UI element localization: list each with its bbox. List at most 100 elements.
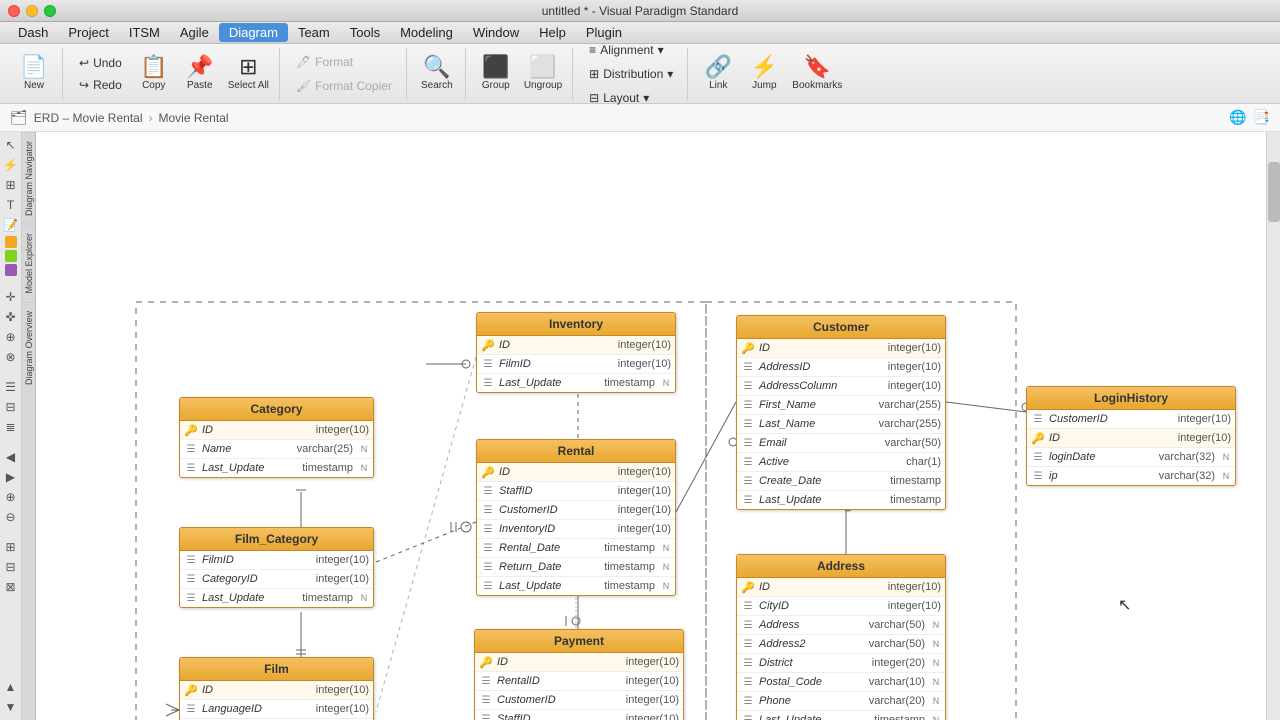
sidebar-bottom2[interactable]: ▼: [2, 698, 20, 716]
select-all-button[interactable]: ⊞ Select All: [224, 50, 273, 98]
table-inventory[interactable]: Inventory 🔑 ID integer(10) ☰ FilmID inte…: [476, 312, 676, 393]
sidebar-crosshair3[interactable]: ⊕: [2, 328, 20, 346]
menu-window[interactable]: Window: [463, 23, 529, 42]
table-customer-header: Customer: [737, 316, 945, 339]
table-rental[interactable]: Rental 🔑 ID integer(10) ☰ StaffID intege…: [476, 439, 676, 596]
panel-diagram-overview[interactable]: Diagram Overview: [22, 302, 35, 393]
paste-button[interactable]: 📌 Paste: [178, 50, 222, 98]
breadcrumb-erd[interactable]: ERD – Movie Rental: [34, 111, 143, 125]
sidebar-crosshair2[interactable]: ✜: [2, 308, 20, 326]
redo-button[interactable]: ↪ Redo: [71, 74, 130, 96]
alignment-button[interactable]: ≡ Alignment ▾: [581, 39, 681, 61]
sidebar-diagram2[interactable]: ⊟: [2, 558, 20, 576]
sidebar-diagram1[interactable]: ⊞: [2, 538, 20, 556]
sidebar-nav2[interactable]: ▶: [2, 468, 20, 486]
panel-diagram-navigator[interactable]: Diagram Navigator: [22, 132, 35, 224]
search-icon: 🔍: [423, 56, 450, 78]
copy-label: Copy: [142, 80, 165, 91]
row-icon: ☰: [741, 618, 755, 632]
jump-button[interactable]: ⚡ Jump: [742, 50, 786, 98]
menu-team[interactable]: Team: [288, 23, 340, 42]
row-icon: ☰: [741, 599, 755, 613]
table-row: ☰ First_Name varchar(255): [737, 396, 945, 415]
table-category[interactable]: Category 🔑 ID integer(10) ☰ Name varchar…: [179, 397, 374, 478]
toolbar-group-group: ⬛ Group ⬜ Ungroup: [468, 48, 573, 100]
toolbar-group-nav: 🔗 Link ⚡ Jump 🔖 Bookmarks: [690, 48, 852, 100]
distribution-label: Distribution: [603, 67, 663, 81]
key-icon: 🔑: [481, 465, 495, 479]
vertical-scrollbar[interactable]: [1266, 132, 1280, 720]
menu-agile[interactable]: Agile: [170, 23, 219, 42]
bookmarks-button[interactable]: 🔖 Bookmarks: [788, 50, 846, 98]
minimize-button[interactable]: [26, 5, 38, 17]
maximize-button[interactable]: [44, 5, 56, 17]
ungroup-button[interactable]: ⬜ Ungroup: [520, 50, 566, 98]
breadcrumb-icon1[interactable]: 🌐: [1229, 109, 1246, 126]
panel-model-explorer[interactable]: Model Explorer: [22, 224, 35, 302]
sidebar-note-tool[interactable]: 📝: [2, 216, 20, 234]
link-button[interactable]: 🔗 Link: [696, 50, 740, 98]
sidebar-nav4[interactable]: ⊖: [2, 508, 20, 526]
table-payment[interactable]: Payment 🔑 ID integer(10) ☰ RentalID inte…: [474, 629, 684, 720]
format-button[interactable]: 🖊 Format: [288, 51, 400, 73]
row-icon: ☰: [741, 398, 755, 412]
new-button[interactable]: 📄 New: [12, 50, 56, 98]
table-row: ☰ loginDate varchar(32) N: [1027, 448, 1235, 467]
sidebar-list1[interactable]: ☰: [2, 378, 20, 396]
diagram-canvas[interactable]: Inventory 🔑 ID integer(10) ☰ FilmID inte…: [36, 132, 1280, 720]
sidebar-nav1[interactable]: ◀: [2, 448, 20, 466]
sidebar-crosshair1[interactable]: ✛: [2, 288, 20, 306]
undo-button[interactable]: ↩ Undo: [71, 52, 130, 74]
breadcrumb-movie-rental[interactable]: Movie Rental: [159, 111, 229, 125]
menu-tools[interactable]: Tools: [340, 23, 390, 42]
menu-modeling[interactable]: Modeling: [390, 23, 463, 42]
sidebar-diagram3[interactable]: ⊠: [2, 578, 20, 596]
table-film[interactable]: Film 🔑 ID integer(10) ☰ LanguageID integ…: [179, 657, 374, 720]
row-icon: ☰: [184, 553, 198, 567]
menu-project[interactable]: Project: [58, 23, 118, 42]
close-button[interactable]: [8, 5, 20, 17]
key-icon: 🔑: [741, 580, 755, 594]
table-row: ☰ StaffID integer(10): [477, 482, 675, 501]
cursor-indicator: ↖: [1118, 595, 1131, 615]
sidebar-connect-tool[interactable]: ⚡: [2, 156, 20, 174]
distribution-button[interactable]: ⊞ Distribution ▾: [581, 63, 681, 85]
table-payment-header: Payment: [475, 630, 683, 653]
alignment-dropdown-icon: ▾: [658, 43, 664, 57]
menu-diagram[interactable]: Diagram: [219, 23, 288, 42]
copy-button[interactable]: 📋 Copy: [132, 50, 176, 98]
row-icon: ☰: [481, 503, 495, 517]
table-customer[interactable]: Customer 🔑 ID integer(10) ☰ AddressID in…: [736, 315, 946, 510]
breadcrumb-icon2[interactable]: 📑: [1253, 109, 1270, 126]
table-row: 🔑 ID integer(10): [477, 336, 675, 355]
scrollbar-thumb[interactable]: [1268, 162, 1280, 222]
table-address[interactable]: Address 🔑 ID integer(10) ☰ CityID intege…: [736, 554, 946, 720]
sidebar-list2[interactable]: ⊟: [2, 398, 20, 416]
table-film-category[interactable]: Film_Category ☰ FilmID integer(10) ☰ Cat…: [179, 527, 374, 608]
sidebar-color1[interactable]: [5, 236, 17, 248]
format-copier-button[interactable]: 🖌 Format Copier: [288, 75, 400, 97]
sidebar-list3[interactable]: ≣: [2, 418, 20, 436]
sidebar-cursor-tool[interactable]: ↖: [2, 136, 20, 154]
row-icon: ☰: [479, 674, 493, 688]
menu-dash[interactable]: Dash: [8, 23, 58, 42]
menu-help[interactable]: Help: [529, 23, 576, 42]
row-icon: ☰: [184, 572, 198, 586]
table-row: ☰ Last_Update timestamp N: [180, 589, 373, 607]
sidebar-bottom1[interactable]: ▲: [2, 678, 20, 696]
menu-itsm[interactable]: ITSM: [119, 23, 170, 42]
table-loginhistory[interactable]: LoginHistory ☰ CustomerID integer(10) 🔑 …: [1026, 386, 1236, 486]
group-button[interactable]: ⬛ Group: [474, 50, 518, 98]
row-icon: ☰: [481, 560, 495, 574]
sidebar-color3[interactable]: [5, 264, 17, 276]
sidebar-nav3[interactable]: ⊕: [2, 488, 20, 506]
sidebar-shape-tool[interactable]: ⊞: [2, 176, 20, 194]
select-all-icon: ⊞: [239, 56, 257, 78]
row-icon: ☰: [481, 357, 495, 371]
sidebar-crosshair4[interactable]: ⊗: [2, 348, 20, 366]
key-icon: 🔑: [479, 655, 493, 669]
search-button[interactable]: 🔍 Search: [415, 50, 459, 98]
sidebar-text-tool[interactable]: T: [2, 196, 20, 214]
layout-button[interactable]: ⊟ Layout ▾: [581, 87, 681, 109]
sidebar-color2[interactable]: [5, 250, 17, 262]
